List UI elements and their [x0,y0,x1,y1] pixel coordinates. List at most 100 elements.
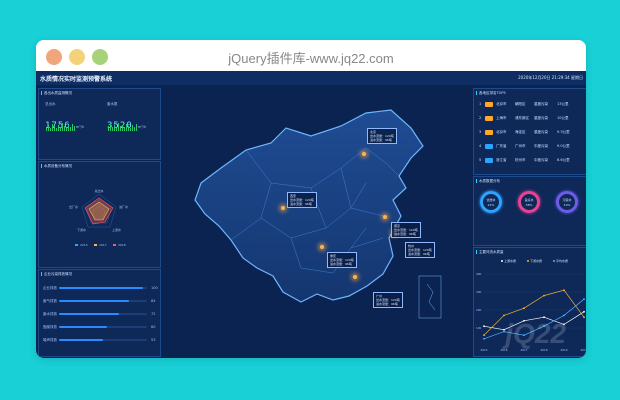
ranking-row[interactable]: 2 上海市 浦东新区 重度污染 10公里 [479,115,584,123]
map-callout: 重庆 出水流量：120吨 进水流量：96吨 [327,252,357,268]
radar-legend-0: 2015 [80,243,88,247]
series-point [563,314,565,317]
emission-value: 72 [151,312,156,316]
ranking-row[interactable]: 4 广东省 广州市 中度污染 9.0公里 [479,143,584,151]
legend-label: 上游水质 [504,258,516,263]
dashboard-header: 水质情况实时监测预警系统 2020年12月20日 21:29:34 星期日 [36,71,586,85]
map-marker-guangzhou[interactable] [353,275,357,279]
ranking-cell-c: 重度污染 [534,102,548,106]
emission-label: 废气排放 [43,299,57,303]
dashboard-time: 2020年12月20日 21:29:34 星期日 [518,75,583,80]
ranking-level-tag [485,102,493,107]
series-point [583,310,585,313]
legend-swatch [527,260,529,262]
window-titlebar: jQuery插件库-www.jq22.com [36,40,586,71]
ranking-cell-a: 广东省 [496,144,507,148]
ranking-row[interactable]: 5 浙江省 杭州市 中度污染 6.6公里 [479,157,584,165]
map-callout-line: 进水流量：96吨 [376,302,398,306]
ranking-row[interactable]: 1 北京市 朝阳区 重度污染 13公里 [479,101,584,109]
ranking-cell-b: 广州市 [515,144,526,148]
distribution-ring [480,191,502,213]
ranking-cell-b: 海淀区 [515,130,526,134]
distribution-ring-name: 优质水 [486,198,496,202]
ranking-cell-a: 浙江省 [496,158,507,162]
emission-bar-track [59,326,147,328]
radar-chart: 总出水 进厂水 上游水 下游水 出厂水 2015 2017 2018 [69,188,128,247]
series-point [583,316,585,319]
series-point [483,337,485,340]
distribution-panel: 水质数据分布 优质水 22% 良好水 38% 污染水 10% [473,176,586,246]
y-tick-label: 300 [476,290,482,294]
distribution-ring-pct: 38% [525,203,533,207]
distribution-ring-pct: 22% [487,203,495,207]
ranking-level-tag [485,130,493,135]
emission-bar-fill [59,287,143,289]
ranking-panel-title: 各地区排名TOP5 [476,91,506,96]
ranking-level-tag [485,158,493,163]
series-point [563,289,565,292]
overview-sparklines [46,123,137,131]
ranking-cell-b: 朝阳区 [515,102,526,106]
y-tick-label: 400 [476,272,482,276]
series-point [543,294,545,297]
map-callout-line: 进水流量：96吨 [408,252,430,256]
ranking-cell-d: 10公里 [557,116,569,120]
ranking-cell-c: 重度污染 [534,130,548,134]
ranking-cell-rank: 2 [479,116,482,120]
ranking-cell-rank: 5 [479,158,482,162]
emission-panel-title: 企业污染排放情况 [41,272,72,277]
y-tick-label: 200 [476,308,482,312]
radar-panel: 水质设备分布情况 总出水 进厂水 上游水 下游水 出厂水 2015 2017 2… [38,161,161,268]
ranking-panel: 各地区排名TOP5 1 北京市 朝阳区 重度污染 13公里 2 上海市 浦东新区 重度污染 10公… [473,88,586,175]
ranking-cell-d: 9.0公里 [557,144,570,148]
emission-label: 噪声排放 [43,338,57,342]
ranking-cell-d: 9.3公里 [557,130,570,134]
emission-label: 固废排放 [43,325,57,329]
radar-axis-0: 总出水 [94,188,103,193]
ranking-cell-c: 重度污染 [534,116,548,120]
distribution-panel-title: 水质数据分布 [476,179,500,184]
dashboard: 水质情况实时监测预警系统 2020年12月20日 21:29:34 星期日 各出… [36,71,586,358]
emission-bar-track [59,313,147,315]
ranking-cell-a: 北京市 [496,130,507,134]
overview-panel: 各出水质监测概况 总出水 废水数 1756 m³/h 3520 m³/h [38,88,161,160]
series-point [523,307,525,310]
dashboard-title: 水质情况实时监测预警系统 [40,76,113,83]
map-marker-chongqing[interactable] [320,245,324,249]
map-callout: 北京 出水流量：120吨 进水流量：96吨 [367,128,397,144]
distribution-ring [556,191,578,213]
emission-value: 60 [151,325,156,329]
ranking-cell-b: 浦东新区 [515,116,529,120]
series-point [503,314,505,317]
radar-axis-1: 进厂水 [119,204,128,209]
watermark-logo: jQ22 [505,318,566,349]
emission-value: 100 [151,286,158,290]
map-marker-beijing[interactable] [362,152,366,156]
china-map: 北京 出水流量：120吨 进水流量：96吨 西安 出水流量：120吨 进水流量：96吨 南京… [161,88,471,356]
legend-label: 平均水质 [556,258,568,263]
emission-value: 53 [151,338,156,342]
map-callout-line: 进水流量：96吨 [370,138,392,142]
ranking-cell-a: 北京市 [496,102,507,106]
emission-bar-track [59,339,147,341]
radar-legend-1: 2017 [99,243,107,247]
ranking-cell-rank: 3 [479,130,482,134]
map-callout: 广州 出水流量：120吨 进水流量：96吨 [373,292,403,308]
window-title: jQuery插件库-www.jq22.com [228,51,394,66]
y-tick-label: 100 [476,326,482,330]
ranking-row[interactable]: 3 北京市 海淀区 重度污染 9.3公里 [479,129,584,137]
x-tick-label: 2020 [580,348,586,352]
map-callout: 杭州 出水流量：120吨 进水流量：96吨 [405,242,435,258]
ranking-cell-c: 中度污染 [534,144,548,148]
emission-bar-fill [59,313,119,315]
map-marker-nanjing[interactable] [383,215,387,219]
ranking-cell-d: 13公里 [557,102,569,106]
x-tick-label: 2015 [480,348,487,352]
ranking-cell-rank: 1 [479,102,482,106]
ranking-cell-c: 中度污染 [534,158,548,162]
ranking-level-tag [485,116,493,121]
map-marker-xian[interactable] [281,206,285,210]
radar-axis-2: 上游水 [112,227,121,232]
emission-bar-fill [59,326,108,328]
emission-bar-fill [59,300,130,302]
